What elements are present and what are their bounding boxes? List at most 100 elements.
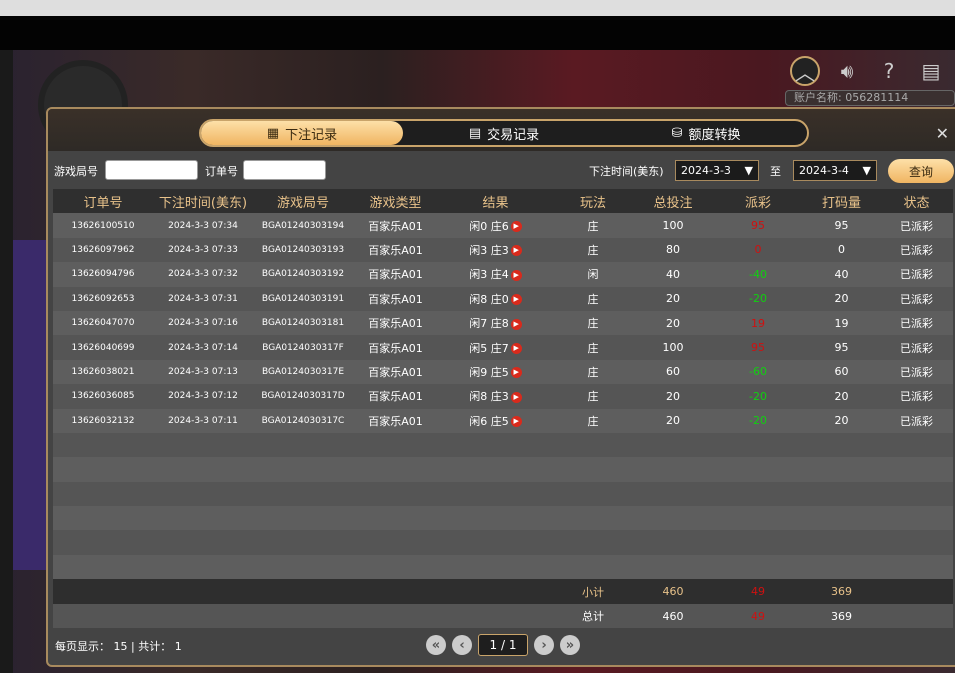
column-header-game-no: 游戏局号 xyxy=(276,195,329,211)
play-replay-icon[interactable]: ▶ xyxy=(510,269,522,281)
cell-total-bet: 80 xyxy=(633,243,713,256)
next-page-icon[interactable]: › xyxy=(534,635,554,655)
play-replay-icon[interactable]: ▶ xyxy=(510,416,522,428)
cell-result: 闲7 庄8 ▶ xyxy=(438,315,553,331)
total-label: 总计 xyxy=(582,610,604,623)
cell-text: 百家乐A01 xyxy=(368,292,423,306)
date-to-select[interactable]: 2024-3-4 ▼ xyxy=(793,160,877,181)
table-felt xyxy=(13,240,48,570)
play-replay-icon[interactable]: ▶ xyxy=(510,391,522,403)
cell-text: 百家乐A01 xyxy=(368,341,423,355)
cell-text: 闲8 庄3 xyxy=(469,390,509,404)
cell-payout: -60 xyxy=(713,365,803,378)
cell-status: 已派彩 xyxy=(880,340,953,356)
cell-status: 已派彩 xyxy=(880,364,953,380)
play-replay-icon[interactable]: ▶ xyxy=(510,318,522,330)
first-page-icon[interactable]: « xyxy=(426,635,446,655)
cell-turnover: 20 xyxy=(803,414,880,427)
cell-text: 20 xyxy=(666,292,680,306)
speaker-icon[interactable]: 🔊︎ xyxy=(832,56,862,86)
empty-row xyxy=(53,554,953,580)
cell-total-bet: 20 xyxy=(633,292,713,305)
coins-icon: ⛁ xyxy=(671,125,683,141)
cell-order-no: 13626038021 xyxy=(53,367,153,377)
cell-status: 已派彩 xyxy=(880,388,953,404)
empty-row xyxy=(53,481,953,507)
table-row: 13626036085 2024-3-3 07:12 BGA0124030317D 百… xyxy=(53,384,953,409)
cell-text: 闲9 庄5 xyxy=(469,365,509,379)
calendar-icon: ▦ xyxy=(266,125,280,141)
date-from-value: 2024-3-3 xyxy=(681,164,731,177)
cell-turnover: 20 xyxy=(803,292,880,305)
close-icon[interactable]: ✕ xyxy=(936,124,949,143)
tab-credit-transfer[interactable]: ⛁ 额度转换 xyxy=(605,121,807,145)
cell-status: 已派彩 xyxy=(880,291,953,307)
cell-text: -40 xyxy=(749,267,767,281)
date-from-select[interactable]: 2024-3-3 ▼ xyxy=(675,160,759,181)
cell-text: BGA0124030317D xyxy=(261,391,345,402)
tab-bet-records[interactable]: ▦ 下注记录 xyxy=(201,121,403,145)
cell-bet-type: 庄 xyxy=(553,340,633,356)
cell-payout: -20 xyxy=(713,390,803,403)
play-replay-icon[interactable]: ▶ xyxy=(510,245,522,257)
cell-text: BGA01240303193 xyxy=(261,244,345,255)
tab-bar: ▦ 下注记录 ▤ 交易记录 ⛁ 额度转换 xyxy=(199,119,809,147)
records-icon[interactable]: ▤ xyxy=(916,56,946,86)
cell-text: 13626036085 xyxy=(71,391,135,402)
cell-order-no: 13626094796 xyxy=(53,269,153,279)
cell-order-no: 13626032132 xyxy=(53,416,153,426)
chevron-up-icon[interactable]: ︿ xyxy=(790,56,820,86)
tab-label: 下注记录 xyxy=(285,127,338,143)
play-replay-icon[interactable]: ▶ xyxy=(510,221,522,233)
cell-bet-type: 庄 xyxy=(553,291,633,307)
help-icon[interactable]: ? xyxy=(874,56,904,86)
cell-payout: 19 xyxy=(713,317,803,330)
page-indicator[interactable]: 1 / 1 xyxy=(478,634,528,656)
time-label: 下注时间(美东) xyxy=(589,165,664,178)
cell-game-type: 百家乐A01 xyxy=(353,364,438,380)
cell-bet-type: 闲 xyxy=(553,266,633,282)
cell-text: 60 xyxy=(834,365,849,379)
dropdown-arrow-icon: ▼ xyxy=(862,164,871,177)
cell-text: 13626032132 xyxy=(71,415,135,426)
cell-status: 已派彩 xyxy=(880,315,953,331)
cell-text: 百家乐A01 xyxy=(368,365,423,379)
query-button[interactable]: 查询 xyxy=(888,159,954,183)
cell-text: 13626097962 xyxy=(71,244,135,255)
cell-text: 13626092653 xyxy=(71,293,135,304)
cell-text: 2024-3-3 07:31 xyxy=(168,293,238,304)
tab-transaction-records[interactable]: ▤ 交易记录 xyxy=(403,121,605,145)
cell-game-no: BGA01240303193 xyxy=(253,245,353,255)
cell-total-bet: 40 xyxy=(633,268,713,281)
subtotal-row: 小计 460 49 369 xyxy=(53,579,953,604)
cell-game-no: BGA01240303194 xyxy=(253,221,353,231)
prev-page-icon[interactable]: ‹ xyxy=(452,635,472,655)
play-replay-icon[interactable]: ▶ xyxy=(510,294,522,306)
cell-total-bet: 100 xyxy=(633,341,713,354)
order-no-input[interactable] xyxy=(243,160,326,180)
pagination-footer: 每页显示： 15 | 共计： 1 « ‹ 1 / 1 › » xyxy=(48,628,955,665)
last-page-icon[interactable]: » xyxy=(560,635,580,655)
cell-text: 13626094796 xyxy=(71,269,135,280)
cell-text: 20 xyxy=(666,316,680,330)
cell-status: 已派彩 xyxy=(880,413,953,429)
cell-payout: -40 xyxy=(713,268,803,281)
table-row: 13626032132 2024-3-3 07:11 BGA0124030317C 百… xyxy=(53,408,953,433)
cell-text: -20 xyxy=(749,414,767,428)
filter-bar: 游戏局号 订单号 下注时间(美东) 2024-3-3 ▼ 至 2024-3-4 ▼ … xyxy=(48,151,955,189)
cell-text: 已派彩 xyxy=(900,365,933,379)
cell-text: 闲8 庄0 xyxy=(469,292,509,306)
game-no-label: 游戏局号 xyxy=(54,165,98,178)
cell-text: 2024-3-3 07:13 xyxy=(168,366,238,377)
play-replay-icon[interactable]: ▶ xyxy=(510,367,522,379)
cell-result: 闲6 庄5 ▶ xyxy=(438,413,553,429)
game-no-input[interactable] xyxy=(105,160,198,180)
cell-text: 95 xyxy=(834,219,849,233)
empty-row xyxy=(53,457,953,482)
cell-bet-type: 庄 xyxy=(553,218,633,234)
cell-text: 20 xyxy=(666,414,680,428)
cell-text: 已派彩 xyxy=(900,414,933,428)
cell-game-type: 百家乐A01 xyxy=(353,218,438,234)
table-row: 13626040699 2024-3-3 07:14 BGA0124030317F 百… xyxy=(53,335,953,360)
play-replay-icon[interactable]: ▶ xyxy=(510,343,522,355)
